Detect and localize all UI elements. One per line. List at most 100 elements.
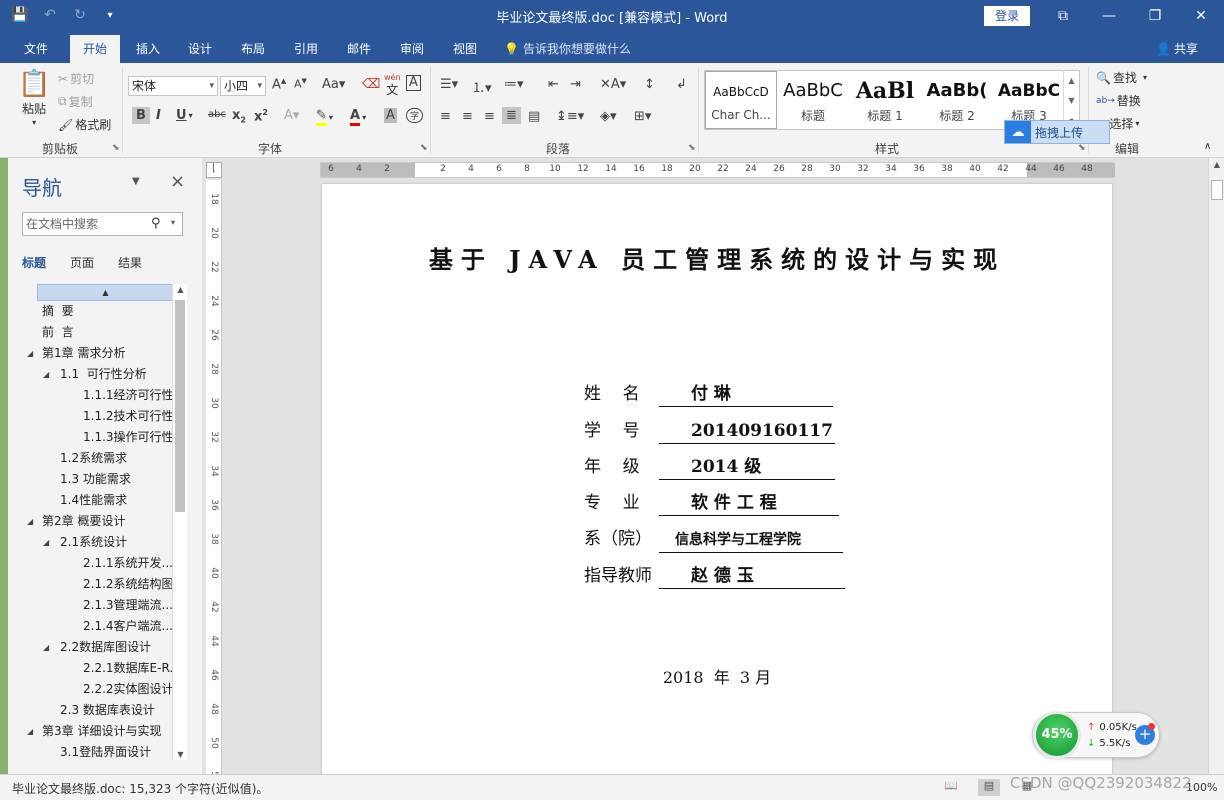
search-icon[interactable]: ⚲ [151,216,161,231]
read-mode-icon[interactable]: 📖 [940,779,962,796]
nav-tab-results[interactable]: 结果 [118,254,166,271]
nav-heading-item[interactable]: ◢ 1.1 可行性分析 [22,364,174,385]
save-icon[interactable]: 💾 [8,4,32,26]
subscript-button[interactable]: x2 [232,108,246,125]
decrease-indent-button[interactable]: ⇤ [548,77,559,92]
tab-insert[interactable]: 插入 [126,35,170,63]
chevron-down-icon[interactable]: ▼ [173,750,188,759]
character-shading-button[interactable]: A [384,108,397,123]
tab-review[interactable]: 审阅 [390,35,434,63]
nav-tab-pages[interactable]: 页面 [70,254,118,271]
copy-button[interactable]: ⧉ 复制 [58,93,93,110]
document-page[interactable]: 基于 JAVA 员工管理系统的设计与实现 姓 名付 琳 学 号 201409160… [322,184,1112,780]
increase-indent-button[interactable]: ⇥ [570,77,581,92]
clear-formatting-button[interactable]: ⌫ [362,77,380,92]
align-center-button[interactable]: ≡ [462,109,473,124]
memory-usage-ball[interactable]: 45% [1033,711,1081,759]
shrink-font-button[interactable]: A▼ [294,77,307,91]
borders-button[interactable]: ⊞▾ [634,109,651,124]
format-painter-button[interactable]: 🖌 格式刷 [58,116,111,133]
document-scroll-thumb[interactable] [1211,180,1223,200]
undo-icon[interactable]: ↶ [38,4,62,26]
strikethrough-button[interactable]: abc [208,109,226,120]
chevron-up-icon[interactable]: ▲ [173,285,188,294]
tab-file[interactable]: 文件 [14,35,58,63]
underline-button[interactable]: U ▾ [176,108,193,123]
expand-triangle-icon[interactable]: ◢ [27,721,33,742]
tab-mailings[interactable]: 邮件 [337,35,381,63]
nav-scroll-thumb[interactable] [175,300,185,512]
align-right-button[interactable]: ≡ [484,109,495,124]
redo-icon[interactable]: ↻ [68,4,92,26]
chevron-up-icon[interactable]: ▲ [1209,160,1224,169]
highlight-button[interactable]: ✎ ▾ [316,108,333,126]
text-effects-button[interactable]: A▾ [284,108,299,123]
nav-heading-item[interactable]: 1.1.2技术可行性 [22,406,174,427]
network-speed-widget[interactable]: 45% ↑ 0.05K/s ↓ 5.5K/s + [1032,711,1160,759]
maximize-button[interactable]: ❐ [1132,0,1178,32]
font-color-button[interactable]: A ▾ [350,108,366,126]
tell-me-box[interactable]: 💡 告诉我你想要做什么 [504,35,631,63]
login-button[interactable]: 登录 [984,6,1030,26]
word-count-status[interactable]: 毕业论文最终版.doc: 15,323 个字符(近似值)。 [12,780,268,797]
nav-heading-item[interactable]: ◢ 第3章 详细设计与实现 [22,721,174,742]
sort-button[interactable]: ↕ [644,77,655,92]
expand-triangle-icon[interactable]: ◢ [27,343,33,364]
horizontal-ruler[interactable]: 6 4 2 2 4 6 8 10 12 14 16 18 20 22 24 26 28 30 32 34 36 38 40 4… [320,162,1115,178]
enclose-characters-button[interactable]: 字 [406,108,424,123]
style-char-ch[interactable]: AaBbCcD Char Ch... [705,71,777,129]
nav-heading-item[interactable]: 2.2.2实体图设计 [22,679,174,700]
close-button[interactable]: ✕ [1178,0,1224,32]
tab-references[interactable]: 引用 [284,35,328,63]
dialog-launcher-icon[interactable]: ⬊ [1078,143,1086,153]
ribbon-display-options-icon[interactable]: ⧉ [1040,0,1086,32]
collapse-ribbon-button[interactable]: ∧ [1204,141,1211,152]
nav-heading-item[interactable]: 前 言 [22,322,174,343]
nav-heading-item[interactable]: 1.2系统需求 [22,448,174,469]
print-layout-icon[interactable]: ▤ [978,779,1000,796]
nav-heading-item[interactable]: 2.3 数据库表设计 [22,700,174,721]
multilevel-list-button[interactable]: ≔▾ [504,77,524,92]
upload-popup[interactable]: ☁ 拖拽上传 [1004,120,1110,144]
nav-scrollbar[interactable]: ▲ ▼ [172,284,187,760]
close-icon[interactable]: × [170,171,185,192]
font-size-combo[interactable]: 小四 ▾ [220,76,266,96]
replace-button[interactable]: ab→ 替换 [1096,92,1141,109]
find-button[interactable]: 🔍 查找 ▾ [1096,69,1147,86]
chevron-down-icon[interactable]: ▼ [132,176,140,187]
tab-design[interactable]: 设计 [178,35,222,63]
bullets-button[interactable]: ☰▾ [440,77,458,92]
vertical-ruler[interactable]: 182022242628303234363840424446485052 [206,180,222,783]
nav-heading-item[interactable]: ◢ 第2章 概要设计 [22,511,174,532]
nav-heading-item[interactable]: 2.1.1系统开发... [22,553,174,574]
superscript-button[interactable]: x2 [254,108,268,124]
nav-heading-item[interactable]: ◢ 2.1系统设计 [22,532,174,553]
nav-heading-item[interactable]: 1.4性能需求 [22,490,174,511]
asian-layout-button[interactable]: ✕A▾ [600,77,626,92]
nav-heading-item[interactable]: 1.3 功能需求 [22,469,174,490]
nav-heading-item[interactable]: 3.1登陆界面设计 [22,742,174,763]
style-heading-1[interactable]: AaBl 标题 1 [849,71,921,129]
tab-selector-icon[interactable]: ⌊ [206,162,222,178]
nav-tab-headings[interactable]: 标题 [22,254,70,271]
expand-triangle-icon[interactable]: ◢ [27,511,33,532]
expand-triangle-icon[interactable]: ◢ [43,364,49,385]
expand-triangle-icon[interactable]: ◢ [43,532,49,553]
dialog-launcher-icon[interactable]: ⬊ [688,143,696,153]
tab-home[interactable]: 开始 [70,35,120,63]
paste-button[interactable]: 📋 粘贴 ▾ [18,69,50,127]
align-left-button[interactable]: ≡ [440,109,451,124]
justify-button[interactable]: ≣ [502,107,521,124]
style-title[interactable]: AaBbC 标题 [777,71,849,129]
expand-triangle-icon[interactable]: ◢ [43,637,49,658]
scroll-to-top-icon[interactable]: ▲ [37,284,174,301]
shading-button[interactable]: ◈▾ [600,109,617,124]
grow-font-button[interactable]: A▲ [272,77,286,92]
nav-heading-item[interactable]: ◢ 第1章 需求分析 [22,343,174,364]
line-spacing-button[interactable]: ↨≡▾ [556,109,584,124]
chevron-down-icon[interactable]: ▾ [171,218,175,227]
character-border-button[interactable]: A [406,75,421,91]
customize-qat-icon[interactable]: ▾ [98,4,122,26]
tab-layout[interactable]: 布局 [231,35,275,63]
dialog-launcher-icon[interactable]: ⬊ [420,143,428,153]
